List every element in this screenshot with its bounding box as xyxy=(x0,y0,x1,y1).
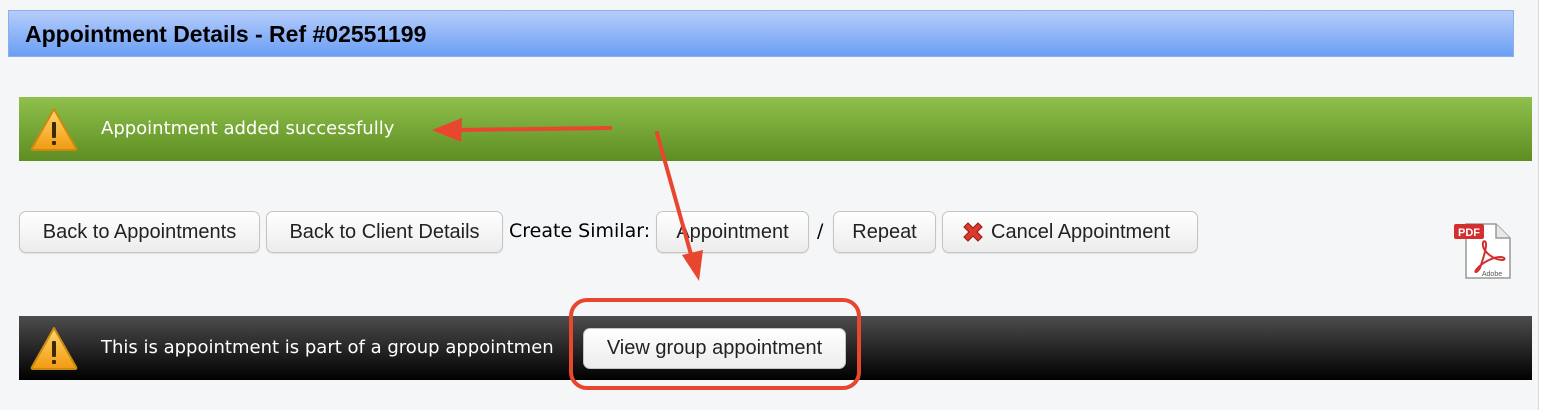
cancel-appointment-label: Cancel Appointment xyxy=(991,220,1171,243)
pdf-badge-label: PDF xyxy=(1458,227,1480,239)
page-title: Appointment Details - Ref #02551199 xyxy=(25,21,427,47)
view-group-appointment-button[interactable]: View group appointment xyxy=(583,328,846,369)
red-x-icon xyxy=(963,222,983,242)
cancel-appointment-button[interactable]: Cancel Appointment xyxy=(942,211,1198,253)
warning-icon xyxy=(30,108,78,151)
success-message-bar: Appointment added successfully xyxy=(19,97,1532,161)
back-to-client-details-button[interactable]: Back to Client Details xyxy=(266,211,503,253)
repeat-button[interactable]: Repeat xyxy=(833,211,936,253)
create-similar-appointment-button[interactable]: Appointment xyxy=(656,211,809,253)
page-right-edge xyxy=(1538,0,1566,410)
warning-icon xyxy=(30,327,78,370)
pdf-brand-label: Adobe xyxy=(1482,271,1502,278)
annotation-arrowhead xyxy=(682,250,703,281)
page-header: Appointment Details - Ref #02551199 xyxy=(8,10,1514,57)
create-similar-label: Create Similar: xyxy=(509,220,651,242)
back-to-appointments-button[interactable]: Back to Appointments xyxy=(19,211,260,253)
success-message: Appointment added successfully xyxy=(101,118,395,139)
pdf-icon[interactable]: PDF Adobe xyxy=(1452,220,1514,282)
group-appointment-message: This is appointment is part of a group a… xyxy=(101,337,554,358)
create-similar-separator: / xyxy=(817,220,824,242)
